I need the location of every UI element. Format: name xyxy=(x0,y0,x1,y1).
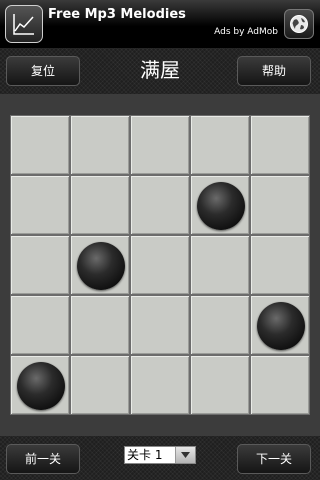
board-cell[interactable] xyxy=(250,355,310,415)
previous-level-button[interactable]: 前一关 xyxy=(6,444,80,474)
top-toolbar: 复位 满屋 帮助 xyxy=(0,48,320,94)
board-cell[interactable] xyxy=(190,355,250,415)
board-cell[interactable] xyxy=(250,295,310,355)
board-cell[interactable] xyxy=(130,355,190,415)
bottom-toolbar: 前一关 关卡 1 下一关 xyxy=(0,436,320,480)
reset-button[interactable]: 复位 xyxy=(6,56,80,86)
board-cell[interactable] xyxy=(10,235,70,295)
level-select[interactable]: 关卡 1 xyxy=(124,446,196,464)
board-cell[interactable] xyxy=(130,235,190,295)
next-level-button[interactable]: 下一关 xyxy=(237,444,311,474)
board-cell[interactable] xyxy=(70,175,130,235)
board-cell[interactable] xyxy=(130,175,190,235)
board-cell[interactable] xyxy=(10,115,70,175)
chevron-down-icon[interactable] xyxy=(175,447,195,463)
help-button[interactable]: 帮助 xyxy=(237,56,311,86)
black-stone xyxy=(257,302,305,350)
ad-title: Free Mp3 Melodies xyxy=(48,7,186,22)
board-cell[interactable] xyxy=(10,175,70,235)
black-stone xyxy=(77,242,125,290)
board-cell[interactable] xyxy=(190,295,250,355)
ad-byline: Ads by AdMob xyxy=(214,27,278,37)
chart-line-icon xyxy=(5,5,43,43)
black-stone xyxy=(197,182,245,230)
board-cell[interactable] xyxy=(70,235,130,295)
board-cell[interactable] xyxy=(250,235,310,295)
game-board xyxy=(10,115,310,415)
board-cell[interactable] xyxy=(130,295,190,355)
board-cell[interactable] xyxy=(250,115,310,175)
page-title: 满屋 xyxy=(140,58,180,82)
board-cell[interactable] xyxy=(130,115,190,175)
board-cell[interactable] xyxy=(250,175,310,235)
board-cell[interactable] xyxy=(70,295,130,355)
black-stone xyxy=(17,362,65,410)
level-select-value: 关卡 1 xyxy=(127,448,163,462)
board-cell[interactable] xyxy=(70,355,130,415)
board-cell[interactable] xyxy=(70,115,130,175)
ad-banner[interactable]: Free Mp3 Melodies Ads by AdMob xyxy=(0,0,320,48)
board-area xyxy=(0,94,320,436)
globe-icon[interactable] xyxy=(284,9,314,39)
board-cell[interactable] xyxy=(10,355,70,415)
board-cell[interactable] xyxy=(190,235,250,295)
board-cell[interactable] xyxy=(190,115,250,175)
board-cell[interactable] xyxy=(190,175,250,235)
board-cell[interactable] xyxy=(10,295,70,355)
